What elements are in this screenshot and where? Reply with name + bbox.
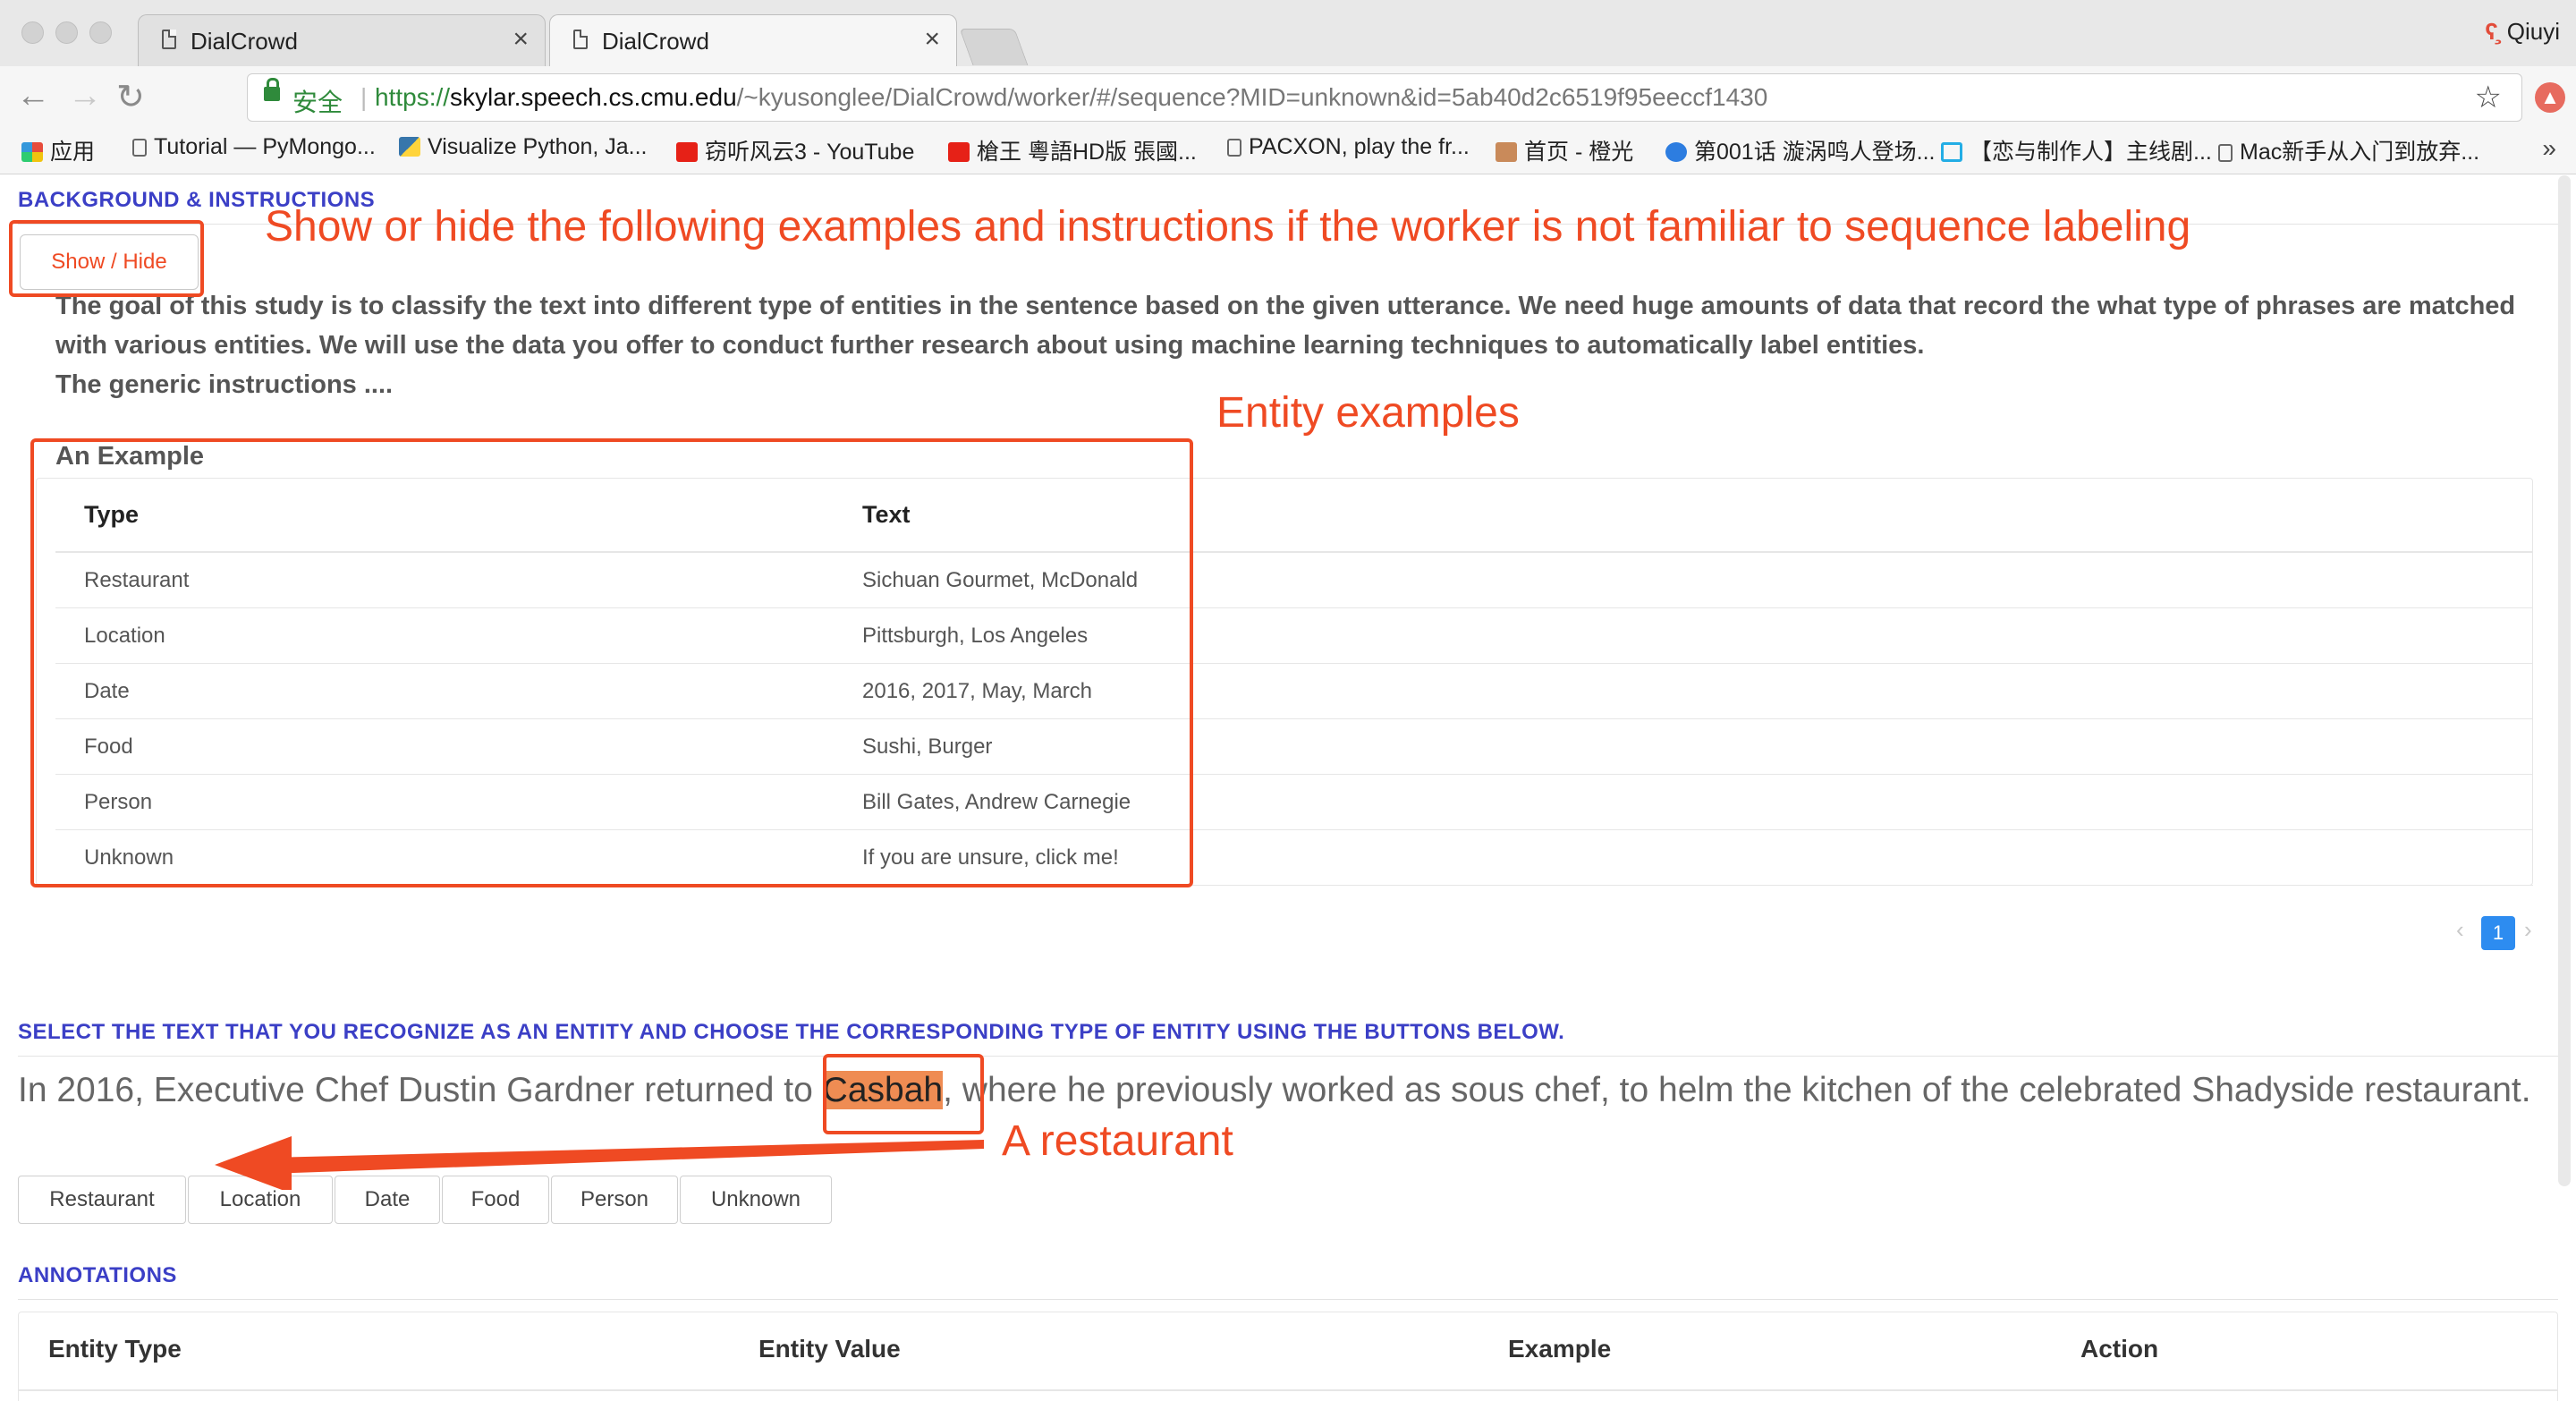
annotation-arrow	[215, 1136, 984, 1190]
bookmark-item[interactable]: PACXON, play the fr...	[1227, 134, 1470, 160]
close-tab-icon[interactable]: ×	[513, 24, 529, 55]
column-header-action: Action	[2080, 1335, 2159, 1363]
profile-button[interactable]: ʕ̧ Qiuyi	[2485, 18, 2560, 46]
page-icon	[573, 30, 588, 49]
youtube-icon	[948, 142, 970, 162]
bookmark-item[interactable]: 应用	[21, 134, 95, 166]
bookmark-item[interactable]: Visualize Python, Ja...	[399, 134, 648, 160]
close-window-icon[interactable]	[21, 21, 44, 44]
examples-highlight-box	[30, 438, 1193, 887]
forward-arrow-icon[interactable]: →	[68, 77, 102, 115]
prev-page-icon[interactable]: ‹	[2456, 916, 2464, 944]
restaurant-annotation: A restaurant	[1002, 1117, 1233, 1165]
bookmarks-overflow-icon[interactable]: »	[2542, 134, 2556, 163]
browser-tab[interactable]: DialCrowd ×	[138, 14, 546, 66]
lock-icon	[264, 78, 280, 101]
toggle-highlight-box	[9, 220, 204, 297]
annotations-heading: ANNOTATIONS	[18, 1263, 177, 1287]
page-icon	[2218, 144, 2233, 162]
close-tab-icon[interactable]: ×	[924, 24, 940, 55]
avatar-icon	[1496, 142, 1517, 162]
page-icon	[1227, 139, 1241, 157]
bookmark-star-icon[interactable]: ☆	[2475, 80, 2502, 115]
url-text[interactable]: | https://skylar.speech.cs.cmu.edu/~kyuso…	[360, 83, 1768, 112]
tab-title: DialCrowd	[602, 28, 709, 55]
profile-name: Qiuyi	[2506, 18, 2560, 45]
play-icon	[1665, 142, 1687, 162]
page-icon	[132, 139, 147, 157]
toggle-annotation: Show or hide the following examples and …	[265, 203, 2191, 250]
browser-tab-bar: DialCrowd × DialCrowd × ʕ̧ Qiuyi	[0, 0, 2576, 67]
bookmark-item[interactable]: 槍王 粵語HD版 張國...	[948, 134, 1197, 166]
intro-paragraph: The goal of this study is to classify th…	[55, 292, 2516, 360]
annotations-table	[18, 1312, 2558, 1401]
column-header-entity-value: Entity Value	[758, 1335, 901, 1363]
sentence-before: In 2016, Executive Chef Dustin Gardner r…	[18, 1071, 823, 1109]
extension-icon[interactable]: ▲	[2535, 82, 2565, 113]
bilibili-icon	[1941, 142, 1962, 162]
bookmark-item[interactable]: Mac新手从入门到放弃...	[2218, 134, 2479, 166]
task-heading: SELECT THE TEXT THAT YOU RECOGNIZE AS AN…	[18, 1020, 1565, 1044]
section-divider	[18, 1299, 2558, 1300]
bookmark-item[interactable]: 第001话 漩涡鸣人登场...	[1665, 134, 1936, 166]
back-arrow-icon[interactable]: ←	[16, 77, 50, 115]
arrow-shaft	[268, 1140, 984, 1174]
sentence-after: , where he previously worked as sous che…	[943, 1071, 2531, 1109]
entity-examples-annotation: Entity examples	[1216, 389, 1520, 437]
minimize-window-icon[interactable]	[55, 21, 78, 44]
restaurant-button[interactable]: Restaurant	[18, 1176, 186, 1224]
column-header-example: Example	[1508, 1335, 1612, 1363]
bookmarks-bar: 应用 Tutorial — PyMongo... Visualize Pytho…	[0, 131, 2576, 174]
next-page-icon[interactable]: ›	[2524, 916, 2532, 944]
url-scheme: https://	[375, 83, 451, 111]
bookmark-item[interactable]: Tutorial — PyMongo...	[132, 134, 376, 160]
page-1-button[interactable]: 1	[2481, 916, 2515, 950]
url-path: /~kyusonglee/DialCrowd/worker/#/sequence…	[736, 83, 1768, 111]
section-divider	[18, 1056, 2558, 1057]
bookmark-item[interactable]: 【恋与制作人】主线剧...	[1941, 134, 2212, 166]
bookmark-item[interactable]: 窃听风云3 - YouTube	[676, 134, 914, 166]
url-host: skylar.speech.cs.cmu.edu	[450, 83, 737, 111]
browser-toolbar: ← → ↻ 安全 | https://skylar.speech.cs.cmu.e…	[0, 66, 2576, 131]
new-tab-button[interactable]	[959, 29, 1029, 65]
table-header-divider	[18, 1389, 2558, 1391]
python-icon	[399, 137, 420, 157]
utterance-text[interactable]: In 2016, Executive Chef Dustin Gardner r…	[18, 1063, 2540, 1118]
column-header-entity-type: Entity Type	[48, 1335, 182, 1363]
zoom-window-icon[interactable]	[89, 21, 112, 44]
bookmark-item[interactable]: 首页 - 橙光	[1496, 134, 1633, 166]
page-icon	[162, 30, 176, 49]
address-bar[interactable]: 安全 | https://skylar.speech.cs.cmu.edu/~ky…	[247, 73, 2522, 122]
youtube-icon	[676, 142, 698, 162]
secure-label: 安全	[292, 89, 343, 116]
page-scrollbar[interactable]	[2558, 175, 2571, 1186]
profile-logo-icon: ʕ̧	[2485, 18, 2498, 45]
instructions-text: The goal of this study is to classify th…	[55, 286, 2560, 404]
browser-tab-active[interactable]: DialCrowd ×	[549, 14, 957, 66]
arrow-head	[215, 1136, 292, 1190]
tab-title: DialCrowd	[191, 28, 298, 55]
apps-grid-icon	[21, 142, 43, 162]
reload-icon[interactable]: ↻	[116, 77, 145, 117]
